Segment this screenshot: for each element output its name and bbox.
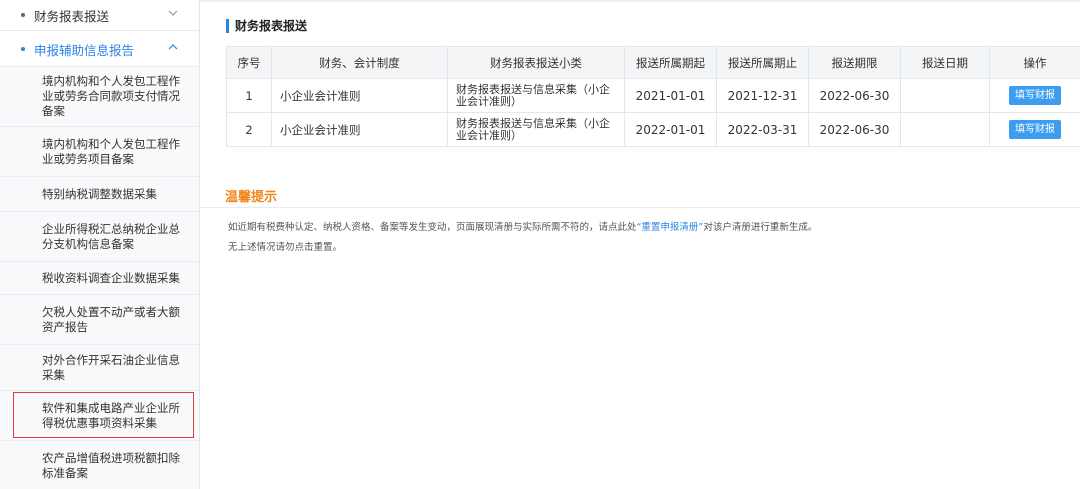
chevron-up-icon [168, 44, 178, 50]
tip-text: 对该户清册进行重新生成。 [703, 222, 818, 233]
fill-report-button[interactable]: 填写财报 [1009, 120, 1061, 139]
cell-end: 2022-03-31 [716, 112, 809, 147]
sidebar-item-contract-payment[interactable]: 境内机构和个人发包工程作 业或劳务合同款项支付情况 备案 [0, 67, 199, 127]
highlight-box [13, 392, 194, 438]
bullet-icon [21, 13, 25, 17]
col-header: 操作 [989, 46, 1080, 79]
item-line: 境内机构和个人发包工程作 [42, 136, 180, 151]
col-header: 财务报表报送小类 [447, 46, 625, 79]
reset-list-link[interactable]: “重置申报清册” [637, 222, 704, 233]
bullet-icon [21, 47, 25, 51]
sidebar-item-tax-survey[interactable]: 税收资料调查企业数据采集 [0, 262, 199, 295]
cell-no: 1 [226, 78, 272, 113]
item-line: 分支机构信息备案 [42, 236, 134, 251]
menu-label: 财务报表报送 [34, 8, 110, 24]
cell-deadline: 2022-06-30 [808, 78, 901, 113]
cell-start: 2022-01-01 [624, 112, 717, 147]
cell-no: 2 [226, 112, 272, 147]
sidebar-item-project-record[interactable]: 境内机构和个人发包工程作 业或劳务项目备案 [0, 127, 199, 177]
col-header: 报送所属期止 [716, 46, 809, 79]
sidebar-item-special-tax-adjust[interactable]: 特别纳税调整数据采集 [0, 177, 199, 212]
main-content: 财务报表报送 序号 财务、会计制度 财务报表报送小类 报送所属期起 报送所属期止… [200, 0, 1080, 489]
subtype-line: 业会计准则） [456, 128, 522, 142]
item-line: 业或劳务项目备案 [42, 151, 134, 166]
item-line: 企业所得税汇总纳税企业总 [42, 221, 180, 236]
table-row: 1 小企业会计准则 财务报表报送与信息采集（小企 业会计准则） 2021-01-0… [226, 78, 1080, 113]
report-table: 序号 财务、会计制度 财务报表报送小类 报送所属期起 报送所属期止 报送期限 报… [226, 46, 1080, 147]
item-line: 业或劳务合同款项支付情况 [42, 89, 180, 103]
sidebar-item-branch-record[interactable]: 企业所得税汇总纳税企业总 分支机构信息备案 [0, 212, 199, 262]
sidebar: 财务报表报送 申报辅助信息报告 境内机构和个人发包工程作 业或劳务合同款项支付情况… [0, 0, 200, 489]
cell-date [900, 112, 990, 147]
col-header: 报送日期 [900, 46, 990, 79]
item-line: 农产品增值税进项税额扣除 [42, 450, 180, 465]
col-header: 报送期限 [808, 46, 901, 79]
tip-line-1: 如近期有税费种认定、纳税人资格、备案等发生变动，页面展现清册与实际所需不符的，请… [228, 219, 817, 233]
col-header: 财务、会计制度 [271, 46, 448, 79]
item-line: 特别纳税调整数据采集 [42, 186, 157, 201]
item-line: 备案 [42, 104, 65, 118]
section-title: 财务报表报送 [226, 19, 307, 33]
item-line: 资产报告 [42, 319, 88, 334]
cell-system: 小企业会计准则 [271, 78, 448, 113]
tips-title: 温馨提示 [225, 190, 278, 205]
table-row: 2 小企业会计准则 财务报表报送与信息采集（小企 业会计准则） 2022-01-0… [226, 112, 1080, 147]
sidebar-item-agri-vat[interactable]: 农产品增值税进项税额扣除 标准备案 [0, 441, 199, 489]
cell-action: 填写财报 [989, 78, 1080, 113]
item-line: 标准备案 [42, 465, 88, 480]
cell-subtype: 财务报表报送与信息采集（小企 业会计准则） [447, 78, 625, 113]
item-line: 采集 [42, 367, 65, 382]
sidebar-item-debtor-report[interactable]: 欠税人处置不动产或者大额 资产报告 [0, 295, 199, 345]
fill-report-button[interactable]: 填写财报 [1009, 86, 1061, 105]
menu-label: 申报辅助信息报告 [34, 42, 135, 58]
sidebar-item-offshore-oil[interactable]: 对外合作开采石油企业信息 采集 [0, 345, 199, 391]
item-line: 境内机构和个人发包工程作 [42, 74, 180, 88]
menu-financial-report[interactable]: 财务报表报送 [0, 0, 199, 32]
item-line: 欠税人处置不动产或者大额 [42, 304, 180, 319]
tip-line-2: 无上述情况请勿点击重置。 [228, 242, 343, 253]
item-line: 对外合作开采石油企业信息 [42, 352, 180, 367]
divider [200, 207, 1080, 208]
chevron-down-icon [168, 10, 178, 16]
table-header-row: 序号 财务、会计制度 财务报表报送小类 报送所属期起 报送所属期止 报送期限 报… [226, 46, 1080, 79]
cell-end: 2021-12-31 [716, 78, 809, 113]
cell-deadline: 2022-06-30 [808, 112, 901, 147]
cell-start: 2021-01-01 [624, 78, 717, 113]
cell-action: 填写财报 [989, 112, 1080, 147]
subtype-line: 业会计准则） [456, 94, 522, 108]
item-line: 税收资料调查企业数据采集 [42, 270, 180, 285]
cell-subtype: 财务报表报送与信息采集（小企 业会计准则） [447, 112, 625, 147]
cell-system: 小企业会计准则 [271, 112, 448, 147]
tip-text: 如近期有税费种认定、纳税人资格、备案等发生变动，页面展现清册与实际所需不符的，请… [228, 222, 637, 233]
col-header: 序号 [226, 46, 272, 79]
col-header: 报送所属期起 [624, 46, 717, 79]
cell-date [900, 78, 990, 113]
menu-auxiliary-info[interactable]: 申报辅助信息报告 [0, 32, 199, 66]
